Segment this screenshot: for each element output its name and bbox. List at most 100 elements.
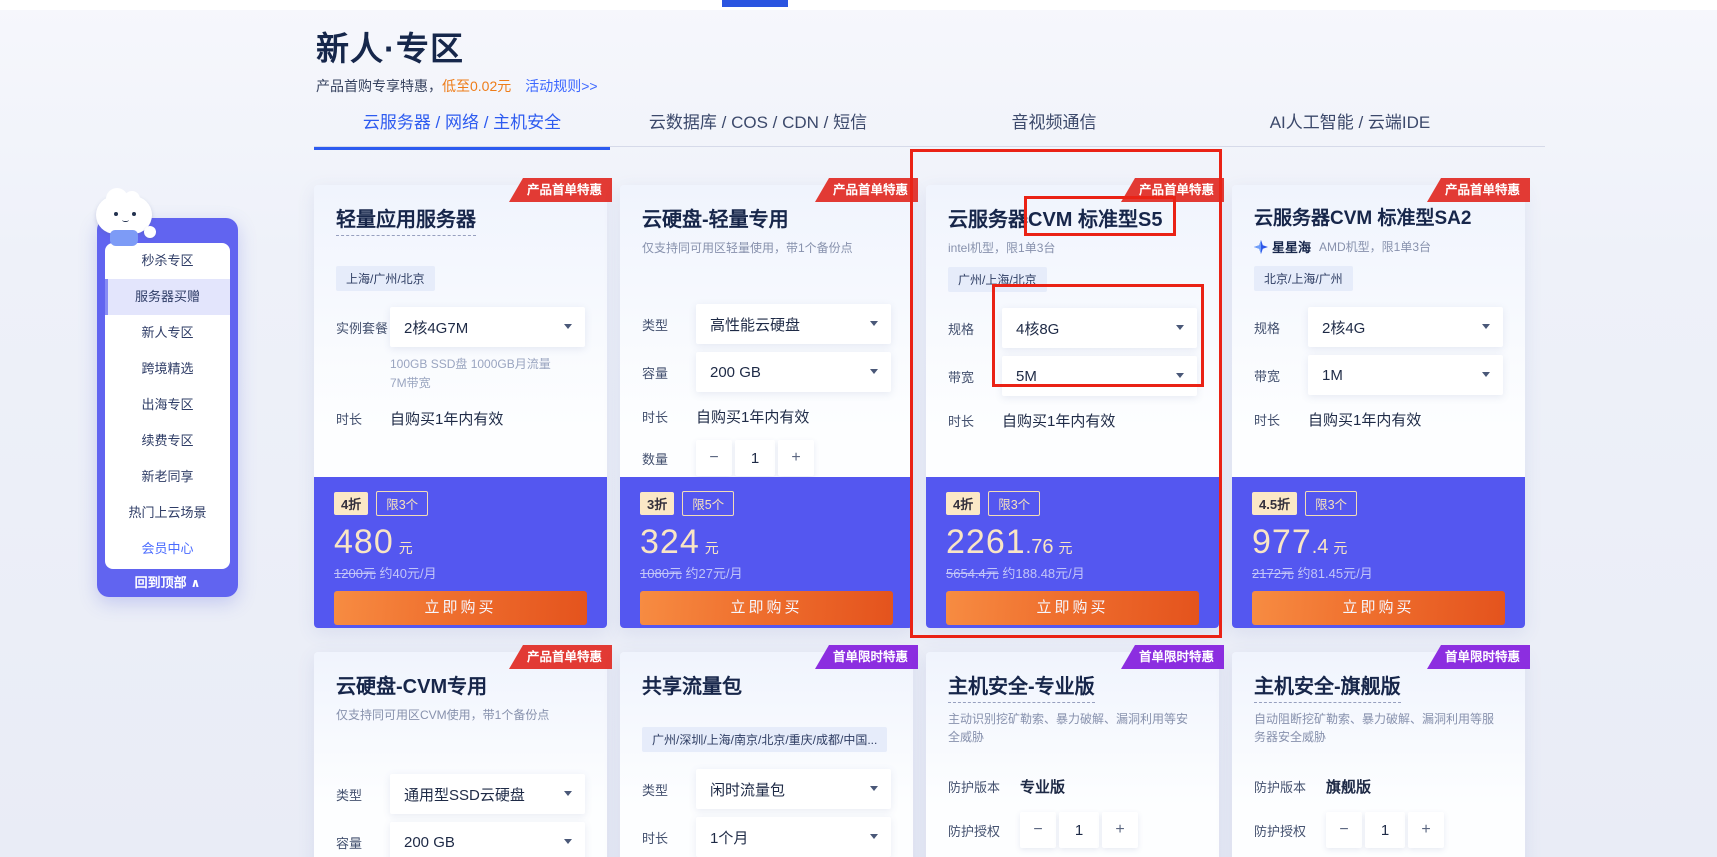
duration-value: 自购买1年内有效: [1002, 410, 1115, 431]
bandwidth-select[interactable]: 5M: [1002, 356, 1197, 396]
price: 324元: [640, 523, 893, 562]
field-label: 时长: [642, 828, 696, 847]
chevron-down-icon: [1482, 372, 1490, 377]
field-label: 规格: [1254, 318, 1308, 337]
brand-name: 星星海: [1272, 237, 1311, 256]
new-user-zone-page: 新人·专区 产品首购专享特惠，低至0.02元活动规则>> 云服务器 / 网络 /…: [0, 0, 1717, 857]
card-cvm-sa2: 产品首单特惠 云服务器CVM 标准型SA2 星星海 AMD机型，限1单3台 北京…: [1232, 185, 1525, 628]
bandwidth-select[interactable]: 1M: [1308, 355, 1503, 395]
tab-audio-video[interactable]: 音视频通信: [906, 103, 1202, 147]
region-tag: 上海/广州/北京: [336, 266, 435, 291]
capacity-select[interactable]: 200 GB: [696, 352, 891, 392]
cloud-mascot: [92, 190, 164, 252]
disk-type-select[interactable]: 通用型SSD云硬盘: [390, 774, 585, 814]
card-title: 共享流量包: [642, 670, 742, 699]
card-subtitle: 仅支持同可用区CVM使用，带1个备份点: [336, 706, 585, 724]
sidebar: 秒杀专区 服务器买赠 新人专区 跨境精选 出海专区 续费专区 新老同享 热门上云…: [97, 218, 238, 597]
capacity-select[interactable]: 200 GB: [390, 822, 585, 857]
ribbon-limited-time: 首单限时特惠: [815, 645, 918, 669]
card-subtitle: 仅支持同可用区轻量使用，带1个备份点: [642, 239, 891, 257]
region-tag: 北京/上海/广州: [1254, 266, 1353, 291]
ribbon-first-order: 产品首单特惠: [509, 178, 612, 202]
tab-ai-ide[interactable]: AI人工智能 / 云端IDE: [1202, 103, 1498, 147]
field-label: 防护授权: [1254, 821, 1326, 840]
card-title-model: CVM 标准型S5: [1028, 209, 1162, 231]
minus-button[interactable]: −: [1326, 812, 1362, 848]
limit-badge: 限3个: [1305, 491, 1357, 516]
sidebar-item-new-user[interactable]: 新人专区: [105, 315, 230, 351]
chevron-down-icon: [1176, 325, 1184, 330]
buy-now-button[interactable]: 立即购买: [946, 591, 1199, 625]
field-label: 时长: [1254, 410, 1308, 429]
chevron-down-icon: [564, 324, 572, 329]
chevron-up-icon: ∧: [191, 576, 201, 590]
field-label: 带宽: [948, 367, 1002, 386]
card-title: 云硬盘-轻量专用: [642, 203, 789, 232]
original-price: 1200元 约40元/月: [334, 563, 587, 582]
limit-badge: 限3个: [988, 491, 1040, 516]
spec-select[interactable]: 2核4G: [1308, 307, 1503, 347]
version-value: 专业版: [1020, 776, 1065, 797]
card-title: 主机安全-旗舰版: [1254, 670, 1401, 703]
price: 480元: [334, 523, 587, 562]
page-title: 新人·专区: [316, 22, 464, 70]
card-title: 云服务器CVM 标准型S5: [948, 203, 1162, 232]
version-value: 旗舰版: [1326, 776, 1371, 797]
sidebar-item-cross-border[interactable]: 跨境精选: [105, 351, 230, 387]
license-stepper: − 1 +: [1326, 812, 1444, 848]
field-label: 防护版本: [1254, 777, 1326, 796]
field-label: 时长: [642, 407, 696, 426]
mascot-head: [96, 196, 152, 234]
tab-db-cos-cdn-sms[interactable]: 云数据库 / COS / CDN / 短信: [610, 103, 906, 147]
disk-type-select[interactable]: 高性能云硬盘: [696, 304, 891, 344]
field-label: 实例套餐: [336, 318, 390, 337]
activity-rules-link[interactable]: 活动规则>>: [525, 78, 597, 94]
mascot-arm: [144, 226, 156, 238]
sidebar-item-server-gift[interactable]: 服务器买赠: [105, 279, 230, 315]
chevron-down-icon: [870, 321, 878, 326]
price-panel: 4折 限3个 2261.76元 5654.4元 约188.48元/月 立即购买: [926, 477, 1219, 628]
sidebar-item-overseas[interactable]: 出海专区: [105, 387, 230, 423]
duration-select[interactable]: 1个月: [696, 817, 891, 857]
plan-spec-helper: 100GB SSD盘 1000GB月流量 7M带宽: [390, 355, 585, 392]
discount-badge: 4折: [946, 492, 980, 515]
instance-plan-select[interactable]: 2核4G7M: [390, 307, 585, 347]
card-lighthouse-server: 产品首单特惠 轻量应用服务器 上海/广州/北京 实例套餐 2核4G7M 100G…: [314, 185, 607, 628]
plus-button[interactable]: +: [1408, 812, 1444, 848]
chevron-down-icon: [870, 786, 878, 791]
sidebar-item-member-center[interactable]: 会员中心: [105, 531, 230, 567]
spec-select[interactable]: 4核8G: [1002, 308, 1197, 348]
original-price: 5654.4元 约188.48元/月: [946, 563, 1199, 582]
buy-now-button[interactable]: 立即购买: [334, 591, 587, 625]
field-label: 容量: [642, 363, 696, 382]
card-title: 云硬盘-CVM专用: [336, 670, 487, 699]
field-label: 类型: [336, 785, 390, 804]
traffic-type-select[interactable]: 闲时流量包: [696, 769, 891, 809]
original-price: 2172元 约81.45元/月: [1252, 563, 1505, 582]
buy-now-button[interactable]: 立即购买: [1252, 591, 1505, 625]
minus-button[interactable]: −: [1020, 812, 1056, 848]
duration-value: 自购买1年内有效: [390, 408, 503, 429]
field-label: 类型: [642, 315, 696, 334]
ribbon-limited-time: 首单限时特惠: [1121, 645, 1224, 669]
plus-button[interactable]: +: [778, 440, 814, 476]
price: 977.4元: [1252, 523, 1505, 562]
card-subtitle: intel机型，限1单3台: [948, 239, 1197, 257]
chevron-down-icon: [870, 369, 878, 374]
card-subtitle: 自动阻断挖矿勒索、暴力破解、漏洞利用等服务器安全威胁: [1254, 710, 1503, 746]
plus-button[interactable]: +: [1102, 812, 1138, 848]
card-cbs-lighthouse: 产品首单特惠 云硬盘-轻量专用 仅支持同可用区轻量使用，带1个备份点 类型 高性…: [620, 185, 913, 628]
tab-cvm-network-security[interactable]: 云服务器 / 网络 / 主机安全: [314, 103, 610, 147]
sidebar-item-hot-scenes[interactable]: 热门上云场景: [105, 495, 230, 531]
card-subtitle: AMD机型，限1单3台: [1319, 238, 1431, 255]
back-to-top-button[interactable]: 回到顶部∧: [97, 572, 238, 591]
ribbon-first-order: 产品首单特惠: [1121, 178, 1224, 202]
sidebar-item-new-old[interactable]: 新老同享: [105, 459, 230, 495]
card-title: 主机安全-专业版: [948, 670, 1095, 703]
sidebar-item-renewal[interactable]: 续费专区: [105, 423, 230, 459]
chevron-down-icon: [1176, 373, 1184, 378]
buy-now-button[interactable]: 立即购买: [640, 591, 893, 625]
minus-button[interactable]: −: [696, 440, 732, 476]
duration-value: 自购买1年内有效: [696, 406, 809, 427]
card-title: 云服务器CVM 标准型SA2: [1254, 203, 1471, 230]
